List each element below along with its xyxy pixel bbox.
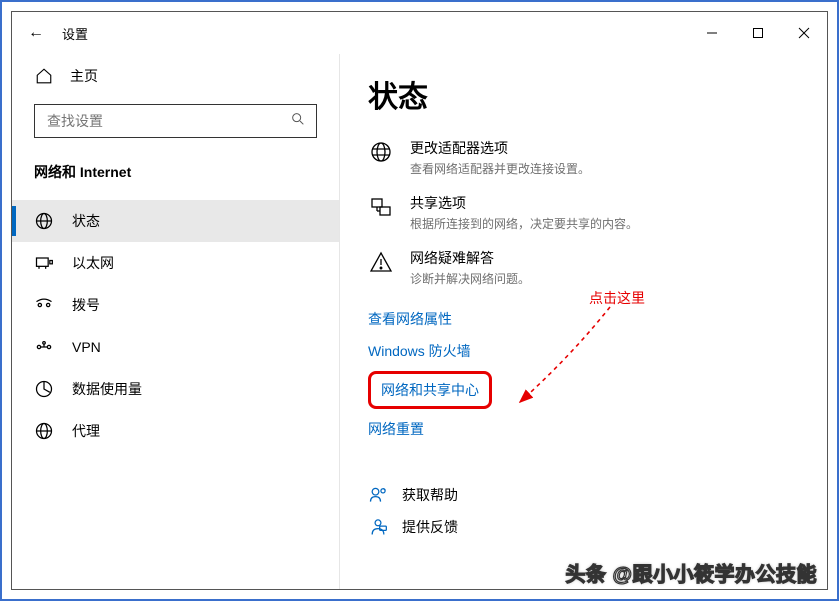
sidebar-item-label: 代理: [72, 421, 100, 441]
window-title: 设置: [62, 24, 88, 43]
sidebar-item-label: VPN: [72, 339, 101, 355]
option-adapter[interactable]: 更改适配器选项 查看网络适配器并更改连接设置。: [368, 138, 799, 177]
option-texts: 网络疑难解答 诊断并解决网络问题。: [410, 248, 530, 287]
get-help-row[interactable]: 获取帮助: [368, 479, 799, 511]
option-desc: 诊断并解决网络问题。: [410, 270, 530, 287]
titlebar: ← 设置: [12, 12, 827, 54]
adapter-icon: [368, 138, 394, 164]
sidebar-item-label: 数据使用量: [72, 379, 142, 399]
sidebar: 主页 网络和 Internet 状态: [12, 54, 340, 589]
option-texts: 共享选项 根据所连接到的网络，决定要共享的内容。: [410, 193, 638, 232]
sidebar-item-label: 以太网: [72, 253, 114, 273]
annotation-highlight-box: 网络和共享中心: [368, 371, 492, 409]
option-desc: 查看网络适配器并更改连接设置。: [410, 160, 590, 177]
get-help-label: 获取帮助: [402, 485, 458, 505]
close-button[interactable]: [781, 12, 827, 54]
feedback-icon: [368, 517, 388, 537]
sidebar-item-proxy[interactable]: 代理: [12, 410, 339, 452]
dialup-icon: [34, 295, 54, 315]
section-label: 网络和 Internet: [12, 156, 339, 200]
option-title: 网络疑难解答: [410, 248, 530, 268]
sidebar-item-label: 拨号: [72, 295, 100, 315]
option-texts: 更改适配器选项 查看网络适配器并更改连接设置。: [410, 138, 590, 177]
data-icon: [34, 379, 54, 399]
option-desc: 根据所连接到的网络，决定要共享的内容。: [410, 215, 638, 232]
search-input[interactable]: [45, 112, 290, 130]
titlebar-left: ← 设置: [28, 24, 88, 43]
minimize-button[interactable]: [689, 12, 735, 54]
sidebar-item-ethernet[interactable]: 以太网: [12, 242, 339, 284]
link-view-network-props[interactable]: 查看网络属性: [368, 303, 452, 335]
option-title: 共享选项: [410, 193, 638, 213]
status-icon: [34, 211, 54, 231]
sidebar-item-vpn[interactable]: VPN: [12, 326, 339, 368]
home-label: 主页: [70, 66, 98, 86]
sidebar-item-data-usage[interactable]: 数据使用量: [12, 368, 339, 410]
ethernet-icon: [34, 253, 54, 273]
link-sharing-center[interactable]: 网络和共享中心: [381, 378, 479, 402]
main-panel: 状态 更改适配器选项 查看网络适配器并更改连接设置。 共享选项: [340, 54, 827, 589]
vpn-icon: [34, 337, 54, 357]
back-button[interactable]: ←: [28, 25, 44, 41]
proxy-icon: [34, 421, 54, 441]
option-troubleshoot[interactable]: 网络疑难解答 诊断并解决网络问题。: [368, 248, 799, 287]
option-title: 更改适配器选项: [410, 138, 590, 158]
settings-window: ← 设置: [11, 11, 828, 590]
annotation-text: 点击这里: [589, 288, 645, 308]
content-body: 主页 网络和 Internet 状态: [12, 54, 827, 589]
maximize-button[interactable]: [735, 12, 781, 54]
feedback-row[interactable]: 提供反馈: [368, 511, 799, 543]
sidebar-item-label: 状态: [72, 211, 100, 231]
search-icon: [290, 111, 306, 132]
window-controls: [689, 12, 827, 54]
share-icon: [368, 193, 394, 219]
page-title: 状态: [368, 72, 799, 116]
search-box[interactable]: [34, 104, 317, 138]
home-button[interactable]: 主页: [12, 58, 339, 94]
troubleshoot-icon: [368, 248, 394, 274]
sidebar-item-status[interactable]: 状态: [12, 200, 339, 242]
link-network-reset[interactable]: 网络重置: [368, 413, 424, 445]
option-sharing[interactable]: 共享选项 根据所连接到的网络，决定要共享的内容。: [368, 193, 799, 232]
get-help-icon: [368, 485, 388, 505]
home-icon: [34, 66, 54, 86]
sidebar-item-dialup[interactable]: 拨号: [12, 284, 339, 326]
feedback-label: 提供反馈: [402, 517, 458, 537]
outer-frame: ← 设置: [0, 0, 839, 601]
link-firewall[interactable]: Windows 防火墙: [368, 335, 471, 367]
